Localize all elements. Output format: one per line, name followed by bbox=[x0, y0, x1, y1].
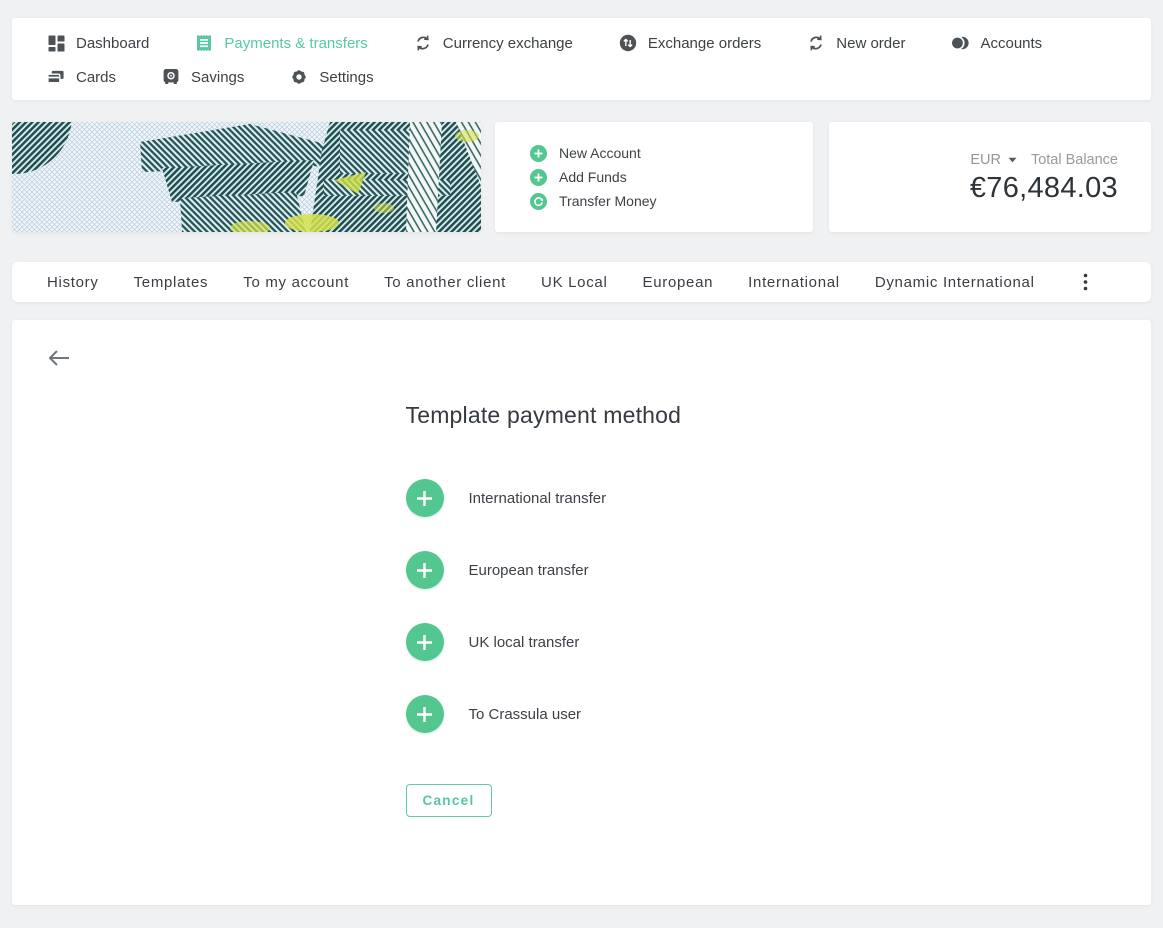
page-title: Template payment method bbox=[406, 402, 758, 429]
tab-international[interactable]: International bbox=[748, 274, 840, 291]
plus-circle-icon bbox=[530, 169, 547, 186]
nav-item-label: Dashboard bbox=[76, 35, 149, 52]
option-european-transfer[interactable]: European transfer bbox=[406, 551, 758, 589]
plus-circle-icon bbox=[530, 145, 547, 162]
tab-uk-local[interactable]: UK Local bbox=[541, 274, 607, 291]
nav-item-settings[interactable]: Settings bbox=[290, 68, 373, 86]
option-uk-local-transfer[interactable]: UK local transfer bbox=[406, 623, 758, 661]
balance-card: EUR Total Balance €76,484.03 bbox=[829, 122, 1151, 232]
quick-actions-card: New Account Add Funds Transfer Money bbox=[495, 122, 813, 232]
action-label: New Account bbox=[559, 145, 641, 161]
nav-item-label: Cards bbox=[76, 69, 116, 86]
nav-row-1: Dashboard Payments & transfers bbox=[47, 29, 1116, 57]
circular-arrows-icon bbox=[807, 34, 825, 52]
template-payment-panel: Template payment method International tr… bbox=[12, 320, 1151, 905]
nav-row-2: Cards Savings bbox=[47, 63, 1116, 91]
nav-item-label: Accounts bbox=[980, 35, 1042, 52]
action-label: Add Funds bbox=[559, 169, 627, 185]
coins-icon bbox=[951, 34, 969, 52]
option-label: International transfer bbox=[469, 490, 607, 507]
banknote-engraving bbox=[12, 122, 481, 232]
main-nav: Dashboard Payments & transfers bbox=[12, 18, 1151, 100]
nav-item-exchange-orders[interactable]: Exchange orders bbox=[619, 34, 761, 52]
transfer-circle-icon bbox=[530, 193, 547, 210]
nav-item-label: New order bbox=[836, 35, 905, 52]
plus-circle-icon bbox=[406, 551, 444, 589]
up-down-arrows-circle-icon bbox=[619, 34, 637, 52]
back-button[interactable] bbox=[45, 346, 73, 370]
gear-icon bbox=[290, 68, 308, 86]
payment-method-options: International transfer European transfer… bbox=[406, 479, 758, 733]
balance-header: EUR Total Balance bbox=[829, 152, 1118, 168]
add-funds-action[interactable]: Add Funds bbox=[530, 167, 793, 187]
nav-item-new-order[interactable]: New order bbox=[807, 34, 905, 52]
credit-cards-icon bbox=[47, 68, 65, 86]
nav-item-label: Exchange orders bbox=[648, 35, 761, 52]
dashboard-icon bbox=[47, 34, 65, 52]
option-to-crassula-user[interactable]: To Crassula user bbox=[406, 695, 758, 733]
tab-european[interactable]: European bbox=[643, 274, 714, 291]
receipt-icon bbox=[195, 34, 213, 52]
nav-item-label: Currency exchange bbox=[443, 35, 573, 52]
summary-row: New Account Add Funds Transfer Money EUR bbox=[12, 122, 1151, 232]
plus-circle-icon bbox=[406, 695, 444, 733]
total-balance-amount: €76,484.03 bbox=[829, 172, 1118, 205]
tab-to-my-account[interactable]: To my account bbox=[243, 274, 349, 291]
more-tabs-button[interactable] bbox=[1083, 273, 1088, 291]
tab-history[interactable]: History bbox=[47, 274, 99, 291]
option-label: To Crassula user bbox=[469, 706, 582, 723]
nav-item-cards[interactable]: Cards bbox=[47, 68, 116, 86]
nav-item-currency-exchange[interactable]: Currency exchange bbox=[414, 34, 573, 52]
nav-item-dashboard[interactable]: Dashboard bbox=[47, 34, 149, 52]
tab-templates[interactable]: Templates bbox=[134, 274, 209, 291]
banknote-image bbox=[12, 122, 481, 232]
template-method-content: Template payment method International tr… bbox=[406, 320, 758, 817]
nav-item-savings[interactable]: Savings bbox=[162, 68, 244, 86]
option-label: UK local transfer bbox=[469, 634, 580, 651]
circular-arrows-icon bbox=[414, 34, 432, 52]
dots-vertical-icon bbox=[1083, 273, 1088, 291]
safe-icon bbox=[162, 68, 180, 86]
tab-to-another-client[interactable]: To another client bbox=[384, 274, 506, 291]
arrow-left-icon bbox=[47, 349, 71, 367]
plus-circle-icon bbox=[406, 479, 444, 517]
tab-dynamic-international[interactable]: Dynamic International bbox=[875, 274, 1035, 291]
nav-item-payments-transfers[interactable]: Payments & transfers bbox=[195, 34, 367, 52]
option-label: European transfer bbox=[469, 562, 589, 579]
nav-item-label: Settings bbox=[319, 69, 373, 86]
cancel-button[interactable]: Cancel bbox=[406, 784, 492, 817]
total-balance-label: Total Balance bbox=[1031, 152, 1118, 168]
nav-item-label: Savings bbox=[191, 69, 244, 86]
action-label: Transfer Money bbox=[559, 193, 657, 209]
plus-circle-icon bbox=[406, 623, 444, 661]
nav-item-label: Payments & transfers bbox=[224, 35, 367, 52]
chevron-down-icon bbox=[1008, 157, 1017, 163]
payments-tabs: History Templates To my account To anoth… bbox=[12, 262, 1151, 302]
option-international-transfer[interactable]: International transfer bbox=[406, 479, 758, 517]
currency-code: EUR bbox=[970, 152, 1001, 168]
nav-item-accounts[interactable]: Accounts bbox=[951, 34, 1042, 52]
new-account-action[interactable]: New Account bbox=[530, 143, 793, 163]
transfer-money-action[interactable]: Transfer Money bbox=[530, 191, 793, 211]
currency-select[interactable]: EUR bbox=[970, 152, 1017, 168]
